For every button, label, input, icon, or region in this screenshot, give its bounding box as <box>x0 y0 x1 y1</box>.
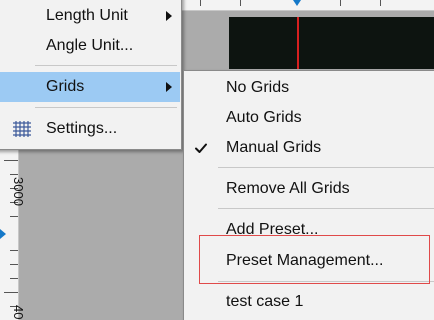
menu-separator <box>218 167 434 168</box>
ruler-tick <box>4 292 18 293</box>
ruler-tick <box>10 216 18 217</box>
menu-item-label: Settings... <box>46 120 118 137</box>
menu-item-length-unit[interactable]: Length Unit <box>0 1 180 31</box>
menu-item-label: Preset Management... <box>226 252 384 269</box>
ruler-tick <box>10 250 18 251</box>
menu-item-no-grids[interactable]: No Grids <box>185 73 434 103</box>
menu-item-settings[interactable]: Settings... <box>0 114 180 144</box>
ruler-label: 3000 <box>11 177 26 206</box>
cursor-line <box>297 17 299 69</box>
menu-separator <box>218 281 434 282</box>
menu-item-label: Add Preset... <box>226 221 319 238</box>
menu-item-label: No Grids <box>226 79 290 96</box>
ruler-tick <box>10 264 18 265</box>
menu-item-manual-grids[interactable]: Manual Grids <box>185 133 434 163</box>
menu-item-label: Length Unit <box>46 7 128 24</box>
menu-item-label: test case 1 <box>226 293 304 310</box>
ruler-position-marker[interactable] <box>293 0 301 6</box>
checkmark-icon <box>195 143 207 153</box>
canvas-view[interactable] <box>229 17 434 69</box>
menu-item-label: Angle Unit... <box>46 37 134 54</box>
menu-separator <box>35 107 177 108</box>
ruler-label: 4000 <box>11 305 26 320</box>
menu-item-label: Grids <box>46 78 85 95</box>
ruler-tick <box>200 0 201 6</box>
ruler-tick <box>10 278 18 279</box>
ruler-tick <box>10 174 18 175</box>
horizontal-ruler <box>180 0 434 11</box>
menu-item-auto-grids[interactable]: Auto Grids <box>185 103 434 133</box>
menu-item-grids[interactable]: Grids <box>0 72 180 102</box>
ruler-tick <box>340 0 341 6</box>
grid-icon <box>13 121 31 137</box>
ruler-tick <box>240 0 241 6</box>
menu-item-label: Remove All Grids <box>226 180 350 197</box>
menu-item-preset-test-case-1[interactable]: test case 1 <box>185 287 434 317</box>
menu-separator <box>35 65 177 66</box>
menu-separator <box>218 208 434 209</box>
menu-item-preset-management[interactable]: Preset Management... <box>185 246 434 276</box>
submenu-arrow-icon <box>166 11 172 21</box>
ruler-tick <box>4 160 18 161</box>
ruler-position-marker[interactable] <box>0 229 6 239</box>
ruler-tick <box>380 0 381 6</box>
view-menu: Length Unit Angle Unit... Grids Settings… <box>0 0 182 150</box>
submenu-arrow-icon <box>166 82 172 92</box>
grids-submenu: No Grids Auto Grids Manual Grids Remove … <box>183 70 434 320</box>
menu-item-label: Manual Grids <box>226 139 322 156</box>
menu-item-add-preset[interactable]: Add Preset... <box>185 215 434 245</box>
menu-item-label: Auto Grids <box>226 109 302 126</box>
menu-item-angle-unit[interactable]: Angle Unit... <box>0 31 180 61</box>
menu-item-remove-all-grids[interactable]: Remove All Grids <box>185 174 434 204</box>
